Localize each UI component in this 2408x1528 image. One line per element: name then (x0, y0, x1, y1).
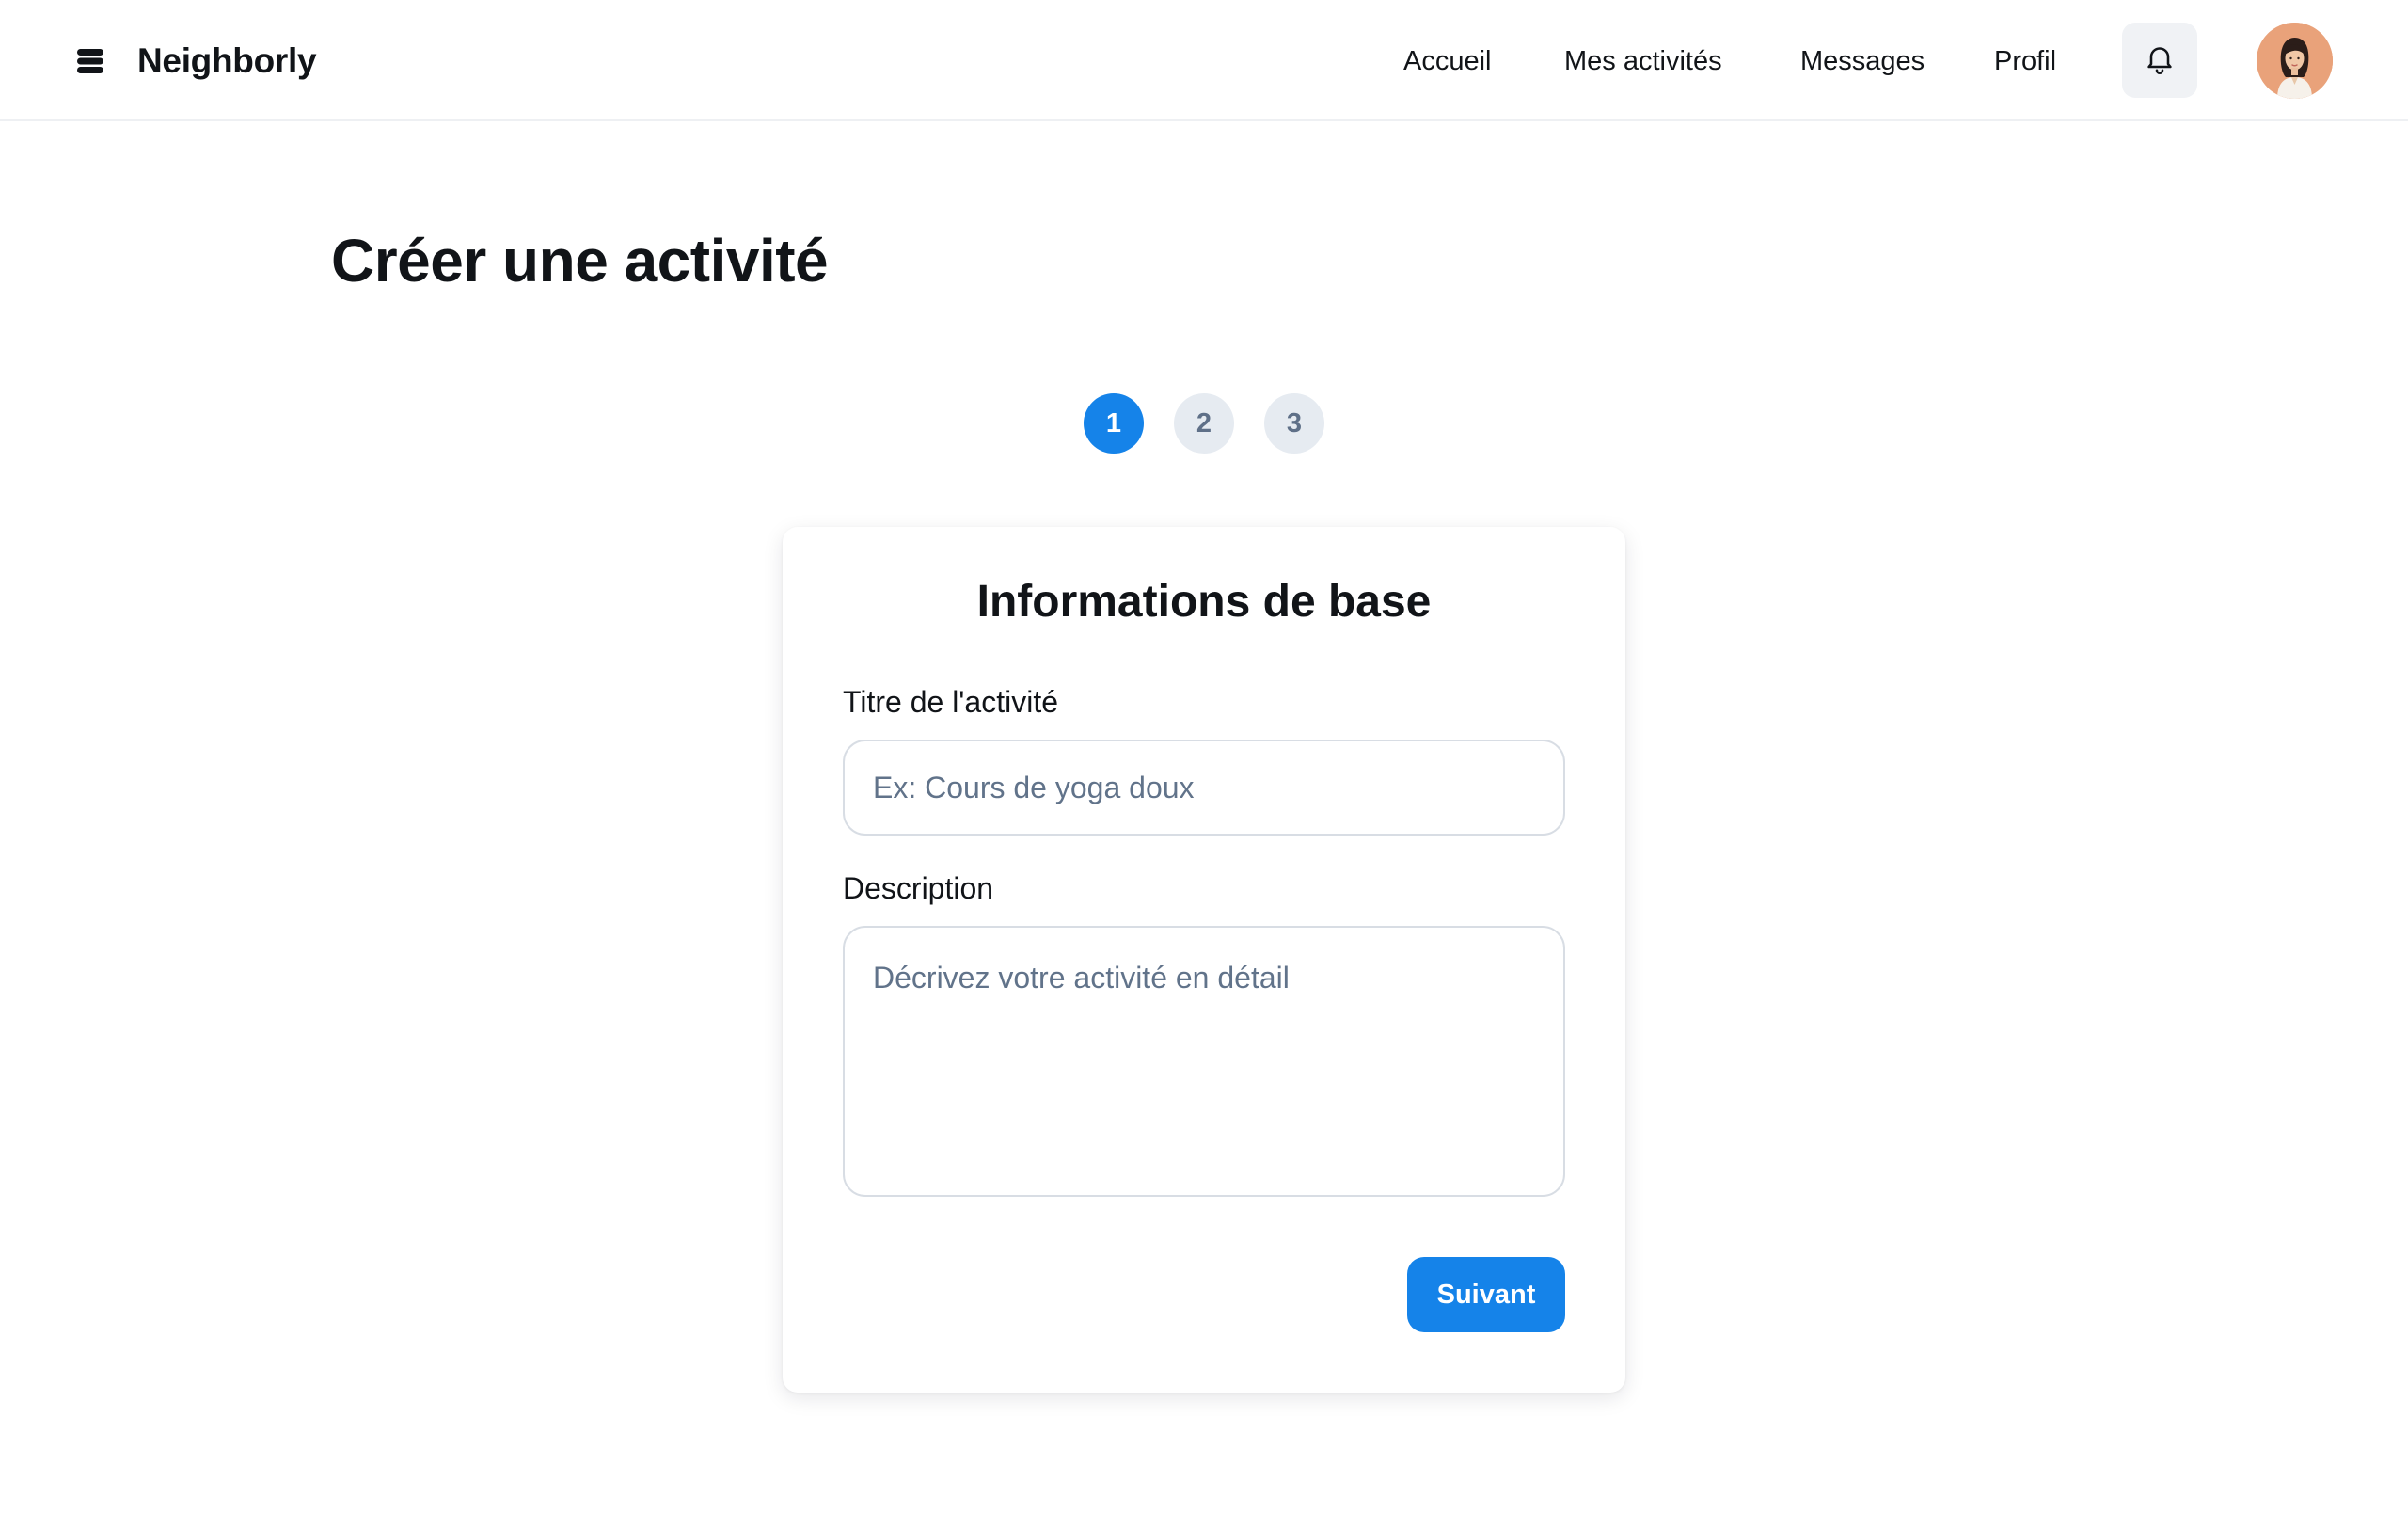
notifications-button[interactable] (2122, 23, 2197, 98)
nav-item-accueil[interactable]: Accueil (1403, 46, 1492, 77)
nav-item-profil[interactable]: Profil (1994, 46, 2056, 77)
nav-item-mes-activites[interactable]: Mes activités (1564, 46, 1722, 77)
page-title: Créer une activité (331, 227, 829, 294)
next-button[interactable]: Suivant (1407, 1257, 1565, 1332)
title-field-label: Titre de l'activité (843, 685, 1058, 719)
brand-name: Neighborly (137, 41, 317, 80)
brand[interactable]: Neighborly (75, 38, 317, 85)
activity-title-input[interactable] (843, 740, 1565, 836)
step-2[interactable]: 2 (1174, 393, 1234, 454)
stacked-layers-icon (75, 46, 105, 76)
form-card: Informations de base Titre de l'activité… (783, 527, 1625, 1393)
description-textarea[interactable] (843, 926, 1565, 1197)
bell-icon (2143, 41, 2177, 80)
form-title: Informations de base (976, 577, 1432, 627)
description-field-label: Description (843, 871, 994, 905)
avatar[interactable] (2257, 23, 2333, 99)
top-navigation-bar: Neighborly Accueil Mes activités Message… (0, 0, 2408, 121)
step-1[interactable]: 1 (1084, 393, 1144, 454)
stepper: 1 2 3 (1084, 393, 1324, 454)
step-3[interactable]: 3 (1264, 393, 1324, 454)
nav-item-messages[interactable]: Messages (1800, 46, 1925, 77)
